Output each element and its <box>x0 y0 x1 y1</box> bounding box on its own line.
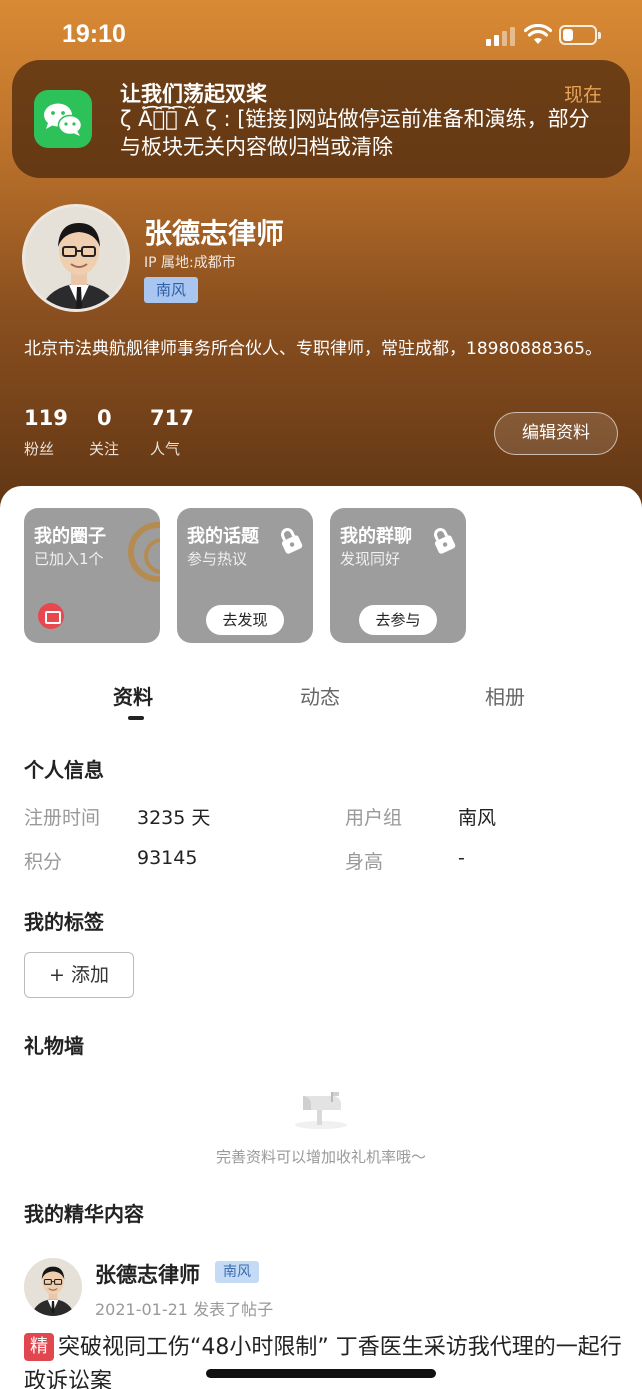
tab-album[interactable]: 相册 <box>485 681 525 710</box>
post-author-name[interactable]: 张德志律师 <box>95 1259 200 1289</box>
info-value-points: 93145 <box>137 847 198 869</box>
lock-icon <box>433 528 456 554</box>
info-value-height: - <box>458 847 465 869</box>
home-indicator[interactable] <box>206 1369 436 1378</box>
notification-banner[interactable]: 让我们荡起双桨 现在 ζ Ã͡醉͡鱼͡ Ã ζ : [链接]网站做停运前准备和演… <box>12 60 630 178</box>
card-my-topics[interactable]: 我的话题 参与热议 去发现 <box>177 508 313 643</box>
card-title: 我的圈子 <box>34 526 106 547</box>
gift-wall-hint: 完善资料可以增加收礼机率哦～ <box>215 1148 426 1166</box>
section-title-personal-info: 个人信息 <box>24 758 104 782</box>
status-time: 19:10 <box>62 20 126 48</box>
profile-name: 张德志律师 <box>144 217 285 250</box>
join-button[interactable]: 去参与 <box>359 605 437 635</box>
discover-button[interactable]: 去发现 <box>206 605 284 635</box>
ip-location: IP 属地:成都市 <box>144 255 236 271</box>
profile-avatar[interactable] <box>22 204 130 312</box>
post-user-group-badge: 南风 <box>215 1261 259 1283</box>
user-group-badge: 南风 <box>144 277 199 303</box>
circle-decoration-icon <box>128 522 160 582</box>
cellular-signal-icon <box>486 26 516 46</box>
edit-profile-button[interactable]: 编辑资料 <box>494 412 618 455</box>
info-label-user-group: 用户组 <box>345 807 403 829</box>
card-subtitle: 发现同好 <box>340 550 401 568</box>
notification-title: 让我们荡起双桨 <box>120 82 267 106</box>
stat-label: 粉丝 <box>24 440 55 458</box>
info-label-height: 身高 <box>345 851 384 873</box>
stat-label: 人气 <box>150 440 181 458</box>
section-title-my-tags: 我的标签 <box>24 910 104 934</box>
info-label-register-time: 注册时间 <box>24 807 101 829</box>
wechat-icon <box>34 90 92 148</box>
tab-profile-info[interactable]: 资料 <box>113 681 153 710</box>
lock-icon <box>280 528 303 554</box>
battery-icon <box>559 25 601 45</box>
card-subtitle: 已加入1个 <box>34 550 104 568</box>
card-my-circles[interactable]: 我的圈子 已加入1个 <box>24 508 160 643</box>
card-subtitle: 参与热议 <box>187 550 248 568</box>
stat-value: 0 <box>97 406 112 430</box>
card-my-group-chats[interactable]: 我的群聊 发现同好 去参与 <box>330 508 466 643</box>
info-value-register-time: 3235 天 <box>137 807 211 829</box>
info-label-points: 积分 <box>24 851 63 873</box>
section-title-featured: 我的精华内容 <box>24 1202 144 1226</box>
active-tab-indicator <box>128 716 144 720</box>
post-title[interactable]: 精突破视同工伤“48小时限制” 丁香医生采访我代理的一起行政诉讼案 <box>24 1331 624 1389</box>
featured-badge: 精 <box>24 1333 54 1361</box>
card-title: 我的群聊 <box>340 526 412 547</box>
stat-following[interactable]: 0 关注 <box>89 406 119 459</box>
notification-time: 现在 <box>563 84 602 106</box>
stat-followers[interactable]: 119 粉丝 <box>24 406 68 459</box>
post-meta: 2021-01-21 发表了帖子 <box>95 1300 274 1319</box>
post-title-text: 突破视同工伤“48小时限制” 丁香医生采访我代理的一起行政诉讼案 <box>24 1335 622 1389</box>
tab-activity[interactable]: 动态 <box>300 681 340 710</box>
card-title: 我的话题 <box>187 526 259 547</box>
info-value-user-group: 南风 <box>458 807 497 829</box>
wifi-icon <box>524 24 552 44</box>
stat-popularity[interactable]: 717 人气 <box>150 406 194 459</box>
notification-body: ζ Ã͡醉͡鱼͡ Ã ζ : [链接]网站做停运前准备和演练，部分与板块无关内容… <box>120 107 590 159</box>
section-title-gift-wall: 礼物墙 <box>24 1034 84 1058</box>
stat-value: 717 <box>150 406 194 430</box>
stat-value: 119 <box>24 406 68 430</box>
post-author-avatar[interactable] <box>24 1258 82 1316</box>
circle-group-icon <box>38 603 64 629</box>
add-tag-button[interactable]: + 添加 <box>24 952 134 998</box>
profile-bio: 北京市法典航舰律师事务所合伙人、专职律师，常驻成都，18980888365。 <box>24 339 602 359</box>
stat-label: 关注 <box>89 440 120 458</box>
mailbox-icon <box>295 1092 347 1129</box>
